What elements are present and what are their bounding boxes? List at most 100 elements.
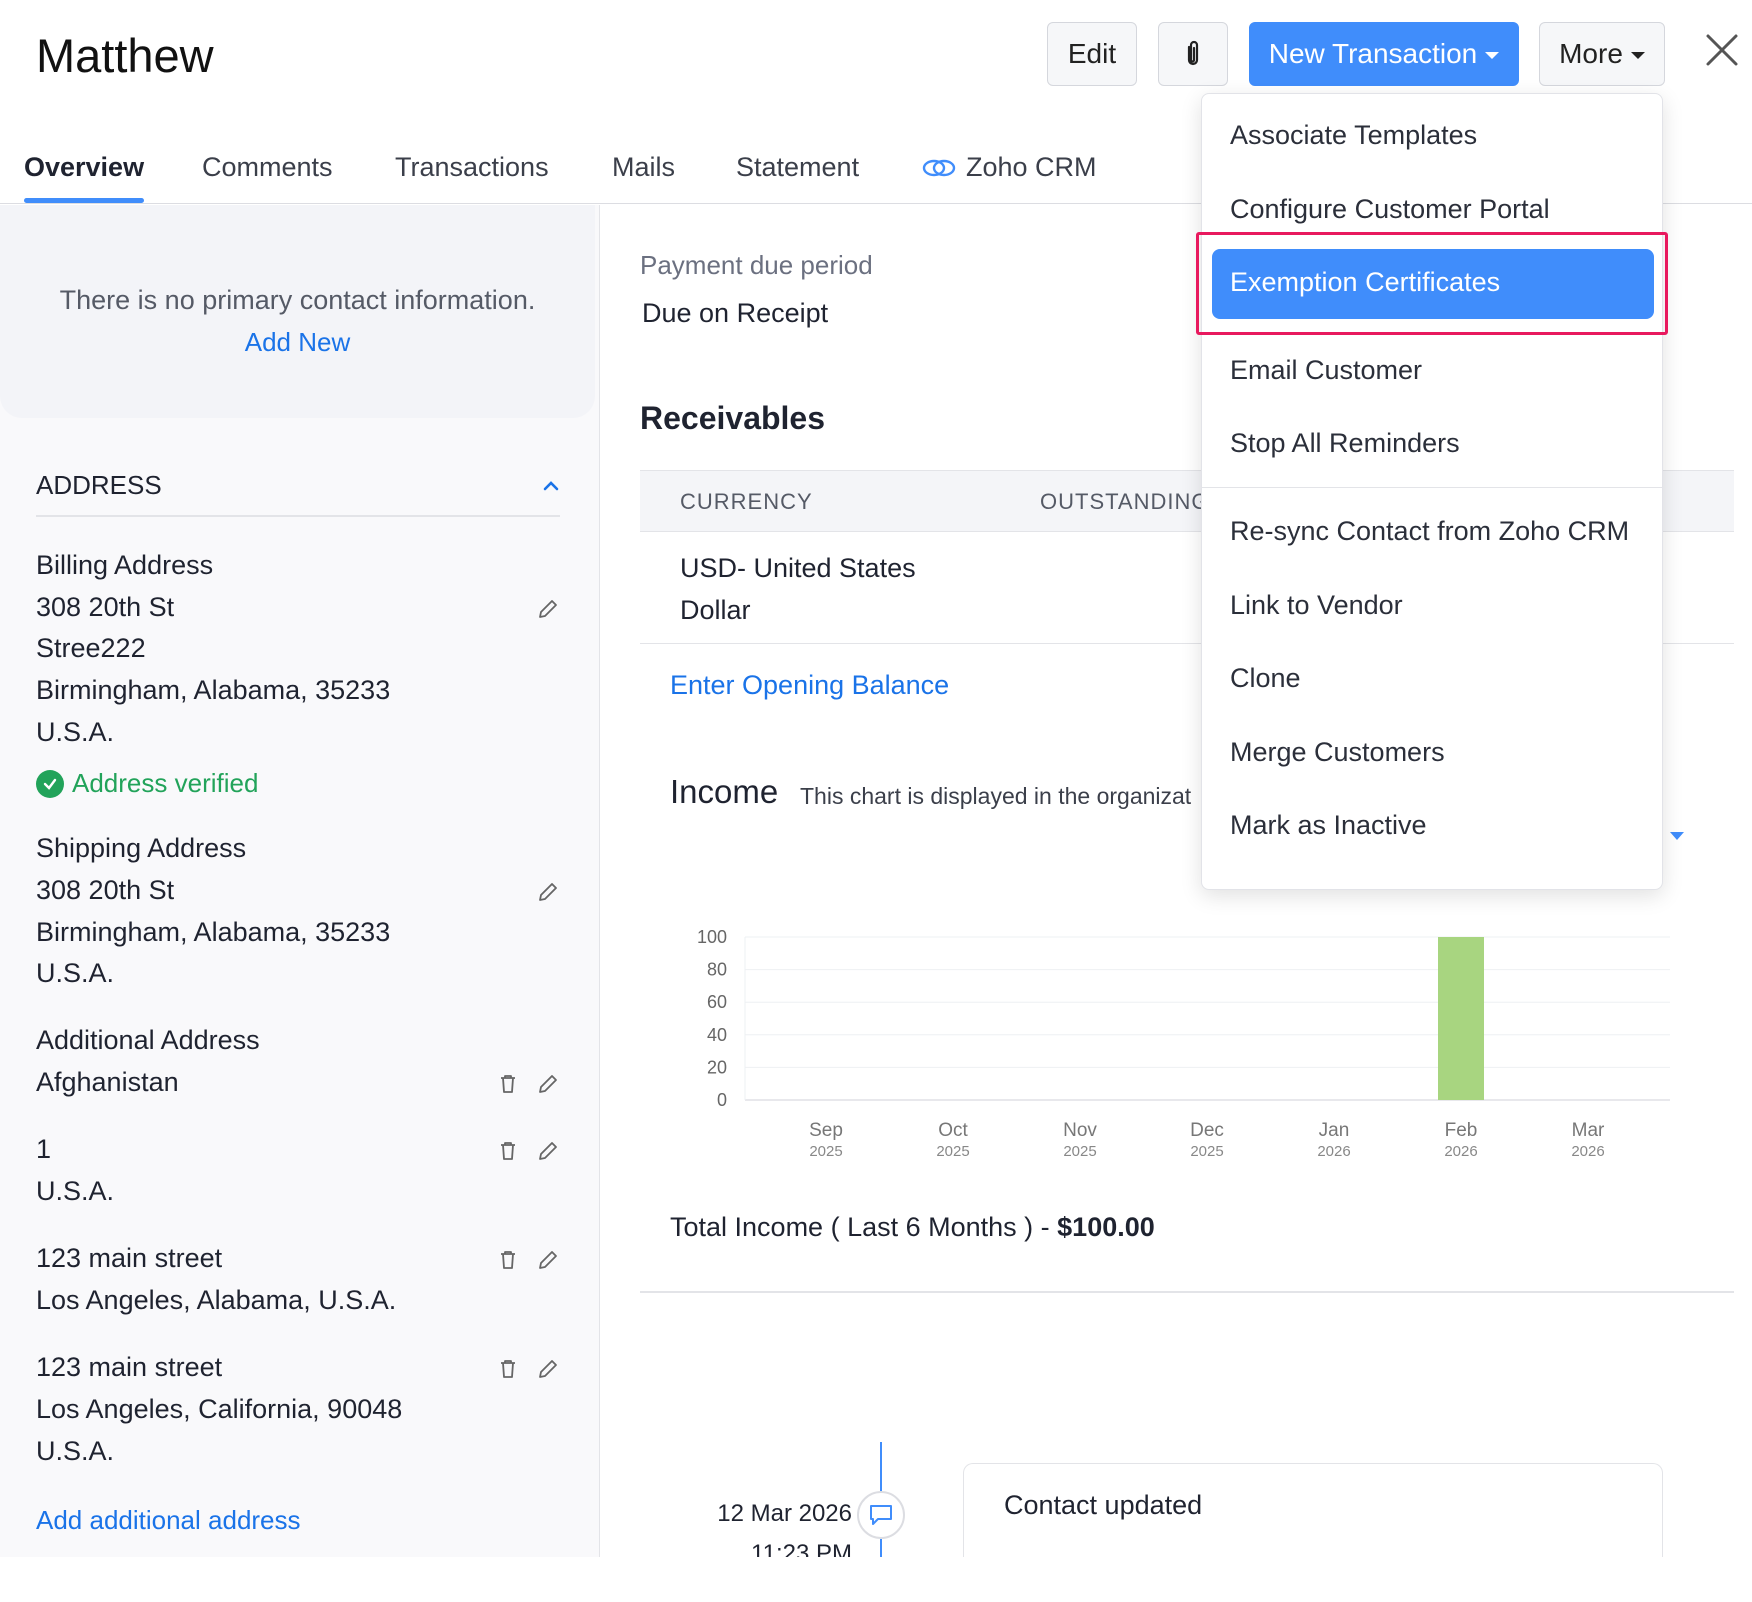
income-note: This chart is displayed in the organizat [800, 783, 1192, 809]
tab-zoho-crm[interactable]: Zoho CRM [922, 152, 1097, 183]
menu-item-clone[interactable]: Clone [1230, 663, 1301, 694]
tab-comments[interactable]: Comments [202, 152, 333, 183]
x-tick-label: Sep [809, 1120, 843, 1141]
x-tick-year-label: 2026 [1571, 1143, 1604, 1160]
check-circle-icon [36, 769, 64, 798]
tab-transactions[interactable]: Transactions [395, 152, 549, 183]
more-menu: Associate Templates Configure Customer P… [1201, 93, 1663, 890]
pencil-icon[interactable] [536, 1248, 560, 1272]
address-verified-label: Address verified [72, 768, 259, 798]
trash-icon[interactable] [496, 1248, 520, 1272]
trash-icon[interactable] [496, 1357, 520, 1381]
zoho-crm-icon [922, 159, 956, 176]
menu-item-link-to-vendor[interactable]: Link to Vendor [1230, 590, 1403, 621]
additional-address-heading: Additional Address [36, 1025, 260, 1055]
x-tick-label: Dec [1190, 1120, 1224, 1141]
timeline-event: Contact updated [1004, 1490, 1203, 1520]
add-new-contact-link[interactable]: Add New [0, 327, 595, 358]
x-tick-year-label: 2026 [1444, 1143, 1477, 1160]
active-tab-indicator [24, 198, 144, 203]
trash-icon[interactable] [496, 1072, 520, 1096]
pencil-icon[interactable] [536, 1139, 560, 1163]
tab-mails[interactable]: Mails [612, 152, 675, 183]
x-tick-year-label: 2025 [936, 1143, 969, 1160]
chevron-down-icon[interactable] [1670, 832, 1684, 840]
currency-cell: USD- United States [680, 553, 916, 583]
x-tick-label: Mar [1572, 1120, 1605, 1141]
x-tick-year-label: 2026 [1317, 1143, 1350, 1160]
x-tick-year-label: 2025 [1063, 1143, 1096, 1160]
tab-statement[interactable]: Statement [736, 152, 859, 183]
edit-button[interactable]: Edit [1047, 22, 1137, 86]
menu-item-resync-contact[interactable]: Re-sync Contact from Zoho CRM [1230, 516, 1629, 547]
address-verified-badge: Address verified [36, 768, 258, 799]
y-tick-label: 20 [707, 1057, 727, 1077]
page-title: Matthew [36, 29, 214, 82]
pencil-icon[interactable] [536, 1357, 560, 1381]
x-tick-year-label: 2025 [1190, 1143, 1223, 1160]
chevron-down-icon [1630, 51, 1645, 59]
billing-line: Stree222 [36, 633, 146, 663]
divider [36, 515, 560, 517]
shipping-address-heading: Shipping Address [36, 833, 247, 863]
total-income-value: $100.00 [1057, 1212, 1155, 1242]
y-tick-label: 0 [717, 1090, 727, 1110]
menu-item-mark-as-inactive[interactable]: Mark as Inactive [1230, 810, 1427, 841]
tab-overview[interactable]: Overview [24, 152, 144, 183]
x-tick-label: Jan [1319, 1120, 1350, 1141]
chevron-down-icon [1485, 51, 1500, 59]
column-header-outstanding: OUTSTANDING [1040, 489, 1210, 514]
enter-opening-balance-link[interactable]: Enter Opening Balance [670, 670, 949, 701]
additional-address-line: 1 [36, 1134, 52, 1164]
payment-due-value: Due on Receipt [642, 298, 829, 328]
receivables-title: Receivables [640, 400, 826, 436]
payment-due-label: Payment due period [640, 250, 873, 280]
x-tick-year-label: 2025 [809, 1143, 842, 1160]
x-tick-label: Nov [1063, 1120, 1097, 1141]
shipping-line: 308 20th St [36, 875, 175, 905]
close-icon[interactable] [1702, 30, 1742, 70]
pencil-icon[interactable] [536, 597, 560, 621]
additional-address-line: Afghanistan [36, 1067, 179, 1097]
y-tick-label: 80 [707, 960, 727, 980]
no-contact-message: There is no primary contact information. [59, 285, 536, 315]
menu-item-stop-all-reminders[interactable]: Stop All Reminders [1230, 428, 1460, 459]
menu-item-configure-customer-portal[interactable]: Configure Customer Portal [1230, 194, 1550, 225]
attach-button[interactable] [1158, 22, 1228, 86]
menu-item-label: Exemption Certificates [1230, 267, 1501, 297]
bar [1438, 937, 1484, 1100]
x-tick-label: Oct [938, 1120, 968, 1141]
additional-address-line: Los Angeles, California, 90048 [36, 1394, 403, 1424]
billing-line: 308 20th St [36, 592, 175, 622]
timeline-date: 12 Mar 2026 [717, 1500, 852, 1527]
more-button[interactable]: More [1539, 22, 1665, 86]
shipping-line: U.S.A. [36, 958, 115, 988]
y-tick-label: 40 [707, 1025, 727, 1045]
new-transaction-label: New Transaction [1268, 38, 1478, 69]
menu-item-merge-customers[interactable]: Merge Customers [1230, 737, 1445, 768]
billing-line: U.S.A. [36, 717, 115, 747]
tab-zoho-crm-label: Zoho CRM [966, 152, 1097, 182]
pencil-icon[interactable] [536, 880, 560, 904]
menu-divider [1202, 487, 1662, 488]
column-header-currency: CURRENCY [680, 489, 813, 514]
menu-item-exemption-certificates[interactable]: Exemption Certificates [1212, 249, 1654, 319]
new-transaction-button[interactable]: New Transaction [1249, 22, 1519, 86]
menu-item-email-customer[interactable]: Email Customer [1230, 355, 1422, 386]
y-tick-label: 60 [707, 992, 727, 1012]
trash-icon[interactable] [496, 1139, 520, 1163]
chevron-up-icon[interactable] [542, 477, 560, 495]
left-panel: There is no primary contact information.… [0, 205, 600, 1557]
billing-line: Birmingham, Alabama, 35233 [36, 675, 391, 705]
menu-item-associate-templates[interactable]: Associate Templates [1230, 120, 1477, 151]
shipping-line: Birmingham, Alabama, 35233 [36, 917, 391, 947]
add-additional-address-link[interactable]: Add additional address [36, 1505, 301, 1536]
income-chart: 100 80 60 40 20 0 Sep 2025 Oct 2025 Nov 2025 Dec 2025… [697, 927, 1670, 1160]
currency-cell: Dollar [680, 595, 751, 625]
address-section-title: ADDRESS [36, 470, 162, 500]
y-tick-label: 100 [697, 927, 727, 947]
additional-address-line: 123 main street [36, 1352, 223, 1382]
timeline-marker [857, 1491, 905, 1539]
pencil-icon[interactable] [536, 1072, 560, 1096]
billing-address-heading: Billing Address [36, 550, 214, 580]
